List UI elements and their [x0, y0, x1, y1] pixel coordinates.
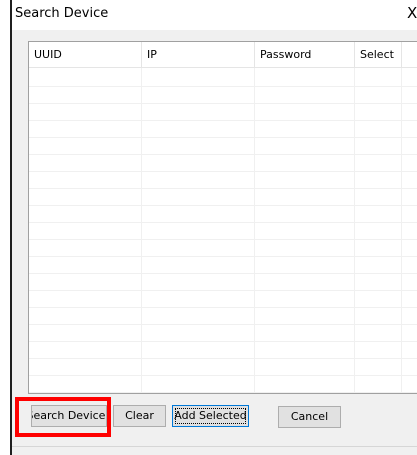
column-header-uuid[interactable]: UUID [29, 42, 142, 68]
title-bar: Search Device X [12, 0, 417, 30]
add-selected-button[interactable]: Add Selected [172, 405, 249, 427]
grid-column-line [141, 68, 142, 393]
row-gridline [29, 137, 417, 138]
row-gridline [29, 222, 417, 223]
grid-column-line [401, 68, 402, 393]
row-gridline [29, 273, 417, 274]
row-gridline [29, 188, 417, 189]
row-gridline [29, 171, 417, 172]
row-gridline [29, 256, 417, 257]
cancel-button[interactable]: Cancel [278, 406, 341, 428]
clear-button[interactable]: Clear [113, 405, 166, 427]
divider [12, 446, 417, 447]
row-gridline [29, 341, 417, 342]
row-gridline [29, 120, 417, 121]
row-gridline [29, 375, 417, 376]
row-gridline [29, 239, 417, 240]
row-gridline [29, 154, 417, 155]
column-header-password[interactable]: Password [255, 42, 355, 68]
column-header-select[interactable]: Select [355, 42, 402, 68]
row-gridline [29, 290, 417, 291]
grid-column-line [254, 68, 255, 393]
row-gridline [29, 103, 417, 104]
row-gridline [29, 324, 417, 325]
grid-column-line [354, 68, 355, 393]
row-gridline [29, 392, 417, 393]
device-list[interactable]: UUID IP Password Select [28, 41, 417, 394]
row-gridline [29, 205, 417, 206]
column-header-ip[interactable]: IP [142, 42, 255, 68]
close-icon[interactable]: X [407, 4, 417, 22]
background-edge [0, 0, 10, 455]
row-gridline [29, 86, 417, 87]
row-gridline [29, 358, 417, 359]
window-title: Search Device [15, 6, 109, 21]
highlight-box [15, 397, 111, 437]
row-gridline [29, 307, 417, 308]
focus-rectangle [175, 408, 246, 424]
search-device-dialog: Search Device X UUID IP Password Select … [10, 0, 417, 455]
device-list-header: UUID IP Password Select [29, 42, 417, 68]
